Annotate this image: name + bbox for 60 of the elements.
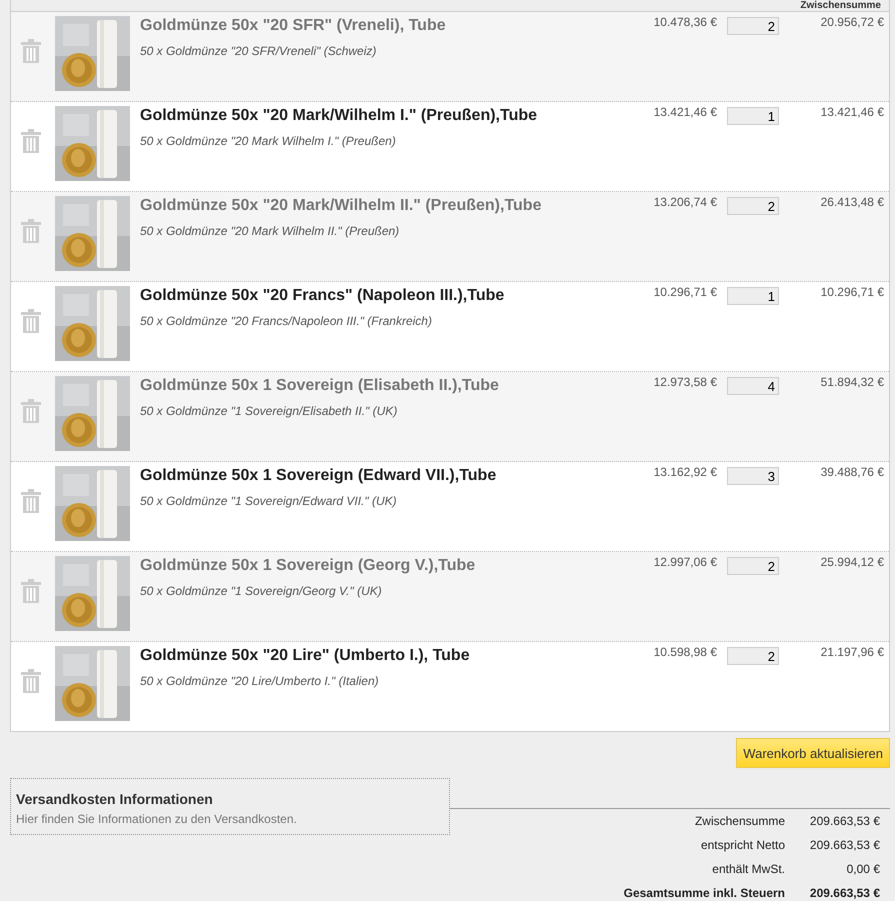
total-label: entspricht Netto <box>700 838 785 852</box>
trash-icon[interactable] <box>20 308 42 334</box>
product-description: 50 x Goldmünze "20 SFR/Vreneli" (Schweiz) <box>140 44 378 58</box>
product-description: 50 x Goldmünze "1 Sovereign/Edward VII." (UK) <box>140 494 398 508</box>
line-total: 26.413,48 € <box>820 194 885 209</box>
trash-icon[interactable] <box>20 218 42 244</box>
product-title[interactable]: Goldmünze 50x 1 Sovereign (Elisabeth II.),Tube <box>140 375 607 397</box>
product-description: 50 x Goldmünze "20 Francs/Napoleon III." (Frankreich) <box>140 314 433 328</box>
total-value: 209.663,53 € <box>808 814 881 828</box>
line-total: 10.296,71 € <box>820 284 885 299</box>
line-total: 25.994,12 € <box>820 554 885 569</box>
unit-price: 10.478,36 € <box>652 14 717 29</box>
total-value: 209.663,53 € <box>808 838 881 852</box>
unit-price: 12.973,58 € <box>652 374 717 389</box>
quantity-field[interactable]: 2 <box>727 197 779 215</box>
unit-price: 12.997,06 € <box>652 554 717 569</box>
product-description: 50 x Goldmünze "20 Lire/Umberto I." (Italien) <box>140 674 380 688</box>
product-description: 50 x Goldmünze "1 Sovereign/Elisabeth II." (UK) <box>140 404 398 418</box>
shipping-info-title: Versandkosten Informationen <box>16 791 214 807</box>
trash-icon[interactable] <box>20 488 42 514</box>
quantity-field[interactable]: 3 <box>727 467 779 485</box>
product-description: 50 x Goldmünze "1 Sovereign/Georg V." (UK) <box>140 584 383 598</box>
product-title[interactable]: Goldmünze 50x "20 Mark/Wilhelm II." (Preußen),Tube <box>140 195 607 217</box>
product-description: 50 x Goldmünze "20 Mark Wilhelm II." (Preußen) <box>140 224 400 238</box>
product-description: 50 x Goldmünze "20 Mark Wilhelm I." (Preußen) <box>140 134 397 148</box>
total-label: Gesamtsumme inkl. Steuern <box>624 886 785 900</box>
quantity-field[interactable]: 2 <box>727 17 779 35</box>
line-total: 21.197,96 € <box>820 644 885 659</box>
product-title[interactable]: Goldmünze 50x "20 Mark/Wilhelm I." (Preußen),Tube <box>140 105 607 127</box>
quantity-field[interactable]: 1 <box>727 107 779 125</box>
line-total: 13.421,46 € <box>820 104 885 119</box>
product-title[interactable]: Goldmünze 50x "20 Lire" (Umberto I.), Tube <box>140 645 607 667</box>
line-total: 51.894,32 € <box>820 374 885 389</box>
quantity-field[interactable]: 4 <box>727 377 779 395</box>
product-title[interactable]: Goldmünze 50x 1 Sovereign (Georg V.),Tube <box>140 555 607 577</box>
unit-price: 13.162,92 € <box>652 464 717 479</box>
total-value: 209.663,53 € <box>808 886 881 900</box>
unit-price: 10.296,71 € <box>652 284 717 299</box>
quantity-field[interactable]: 2 <box>727 647 779 665</box>
total-label: enthält MwSt. <box>712 862 785 876</box>
trash-icon[interactable] <box>20 668 42 694</box>
quantity-field[interactable]: 2 <box>727 557 779 575</box>
product-title[interactable]: Goldmünze 50x 1 Sovereign (Edward VII.),Tube <box>140 465 607 487</box>
shipping-info-text: Hier finden Sie Informationen zu den Versandkosten. <box>16 812 298 826</box>
column-header: Zwischensumme <box>800 0 881 11</box>
trash-icon[interactable] <box>20 398 42 424</box>
line-total: 20.956,72 € <box>820 14 885 29</box>
trash-icon[interactable] <box>20 38 42 64</box>
update-cart-button[interactable]: Warenkorb aktualisieren <box>736 738 890 768</box>
unit-price: 10.598,98 € <box>652 644 717 659</box>
trash-icon[interactable] <box>20 578 42 604</box>
line-total: 39.488,76 € <box>820 464 885 479</box>
quantity-field[interactable]: 1 <box>727 287 779 305</box>
product-title[interactable]: Goldmünze 50x "20 SFR" (Vreneli), Tube <box>140 15 607 37</box>
total-label: Zwischensumme <box>694 814 785 828</box>
product-title[interactable]: Goldmünze 50x "20 Francs" (Napoleon III.),Tube <box>140 285 607 307</box>
unit-price: 13.421,46 € <box>652 104 717 119</box>
total-value: 0,00 € <box>846 862 881 876</box>
unit-price: 13.206,74 € <box>652 194 717 209</box>
trash-icon[interactable] <box>20 128 42 154</box>
